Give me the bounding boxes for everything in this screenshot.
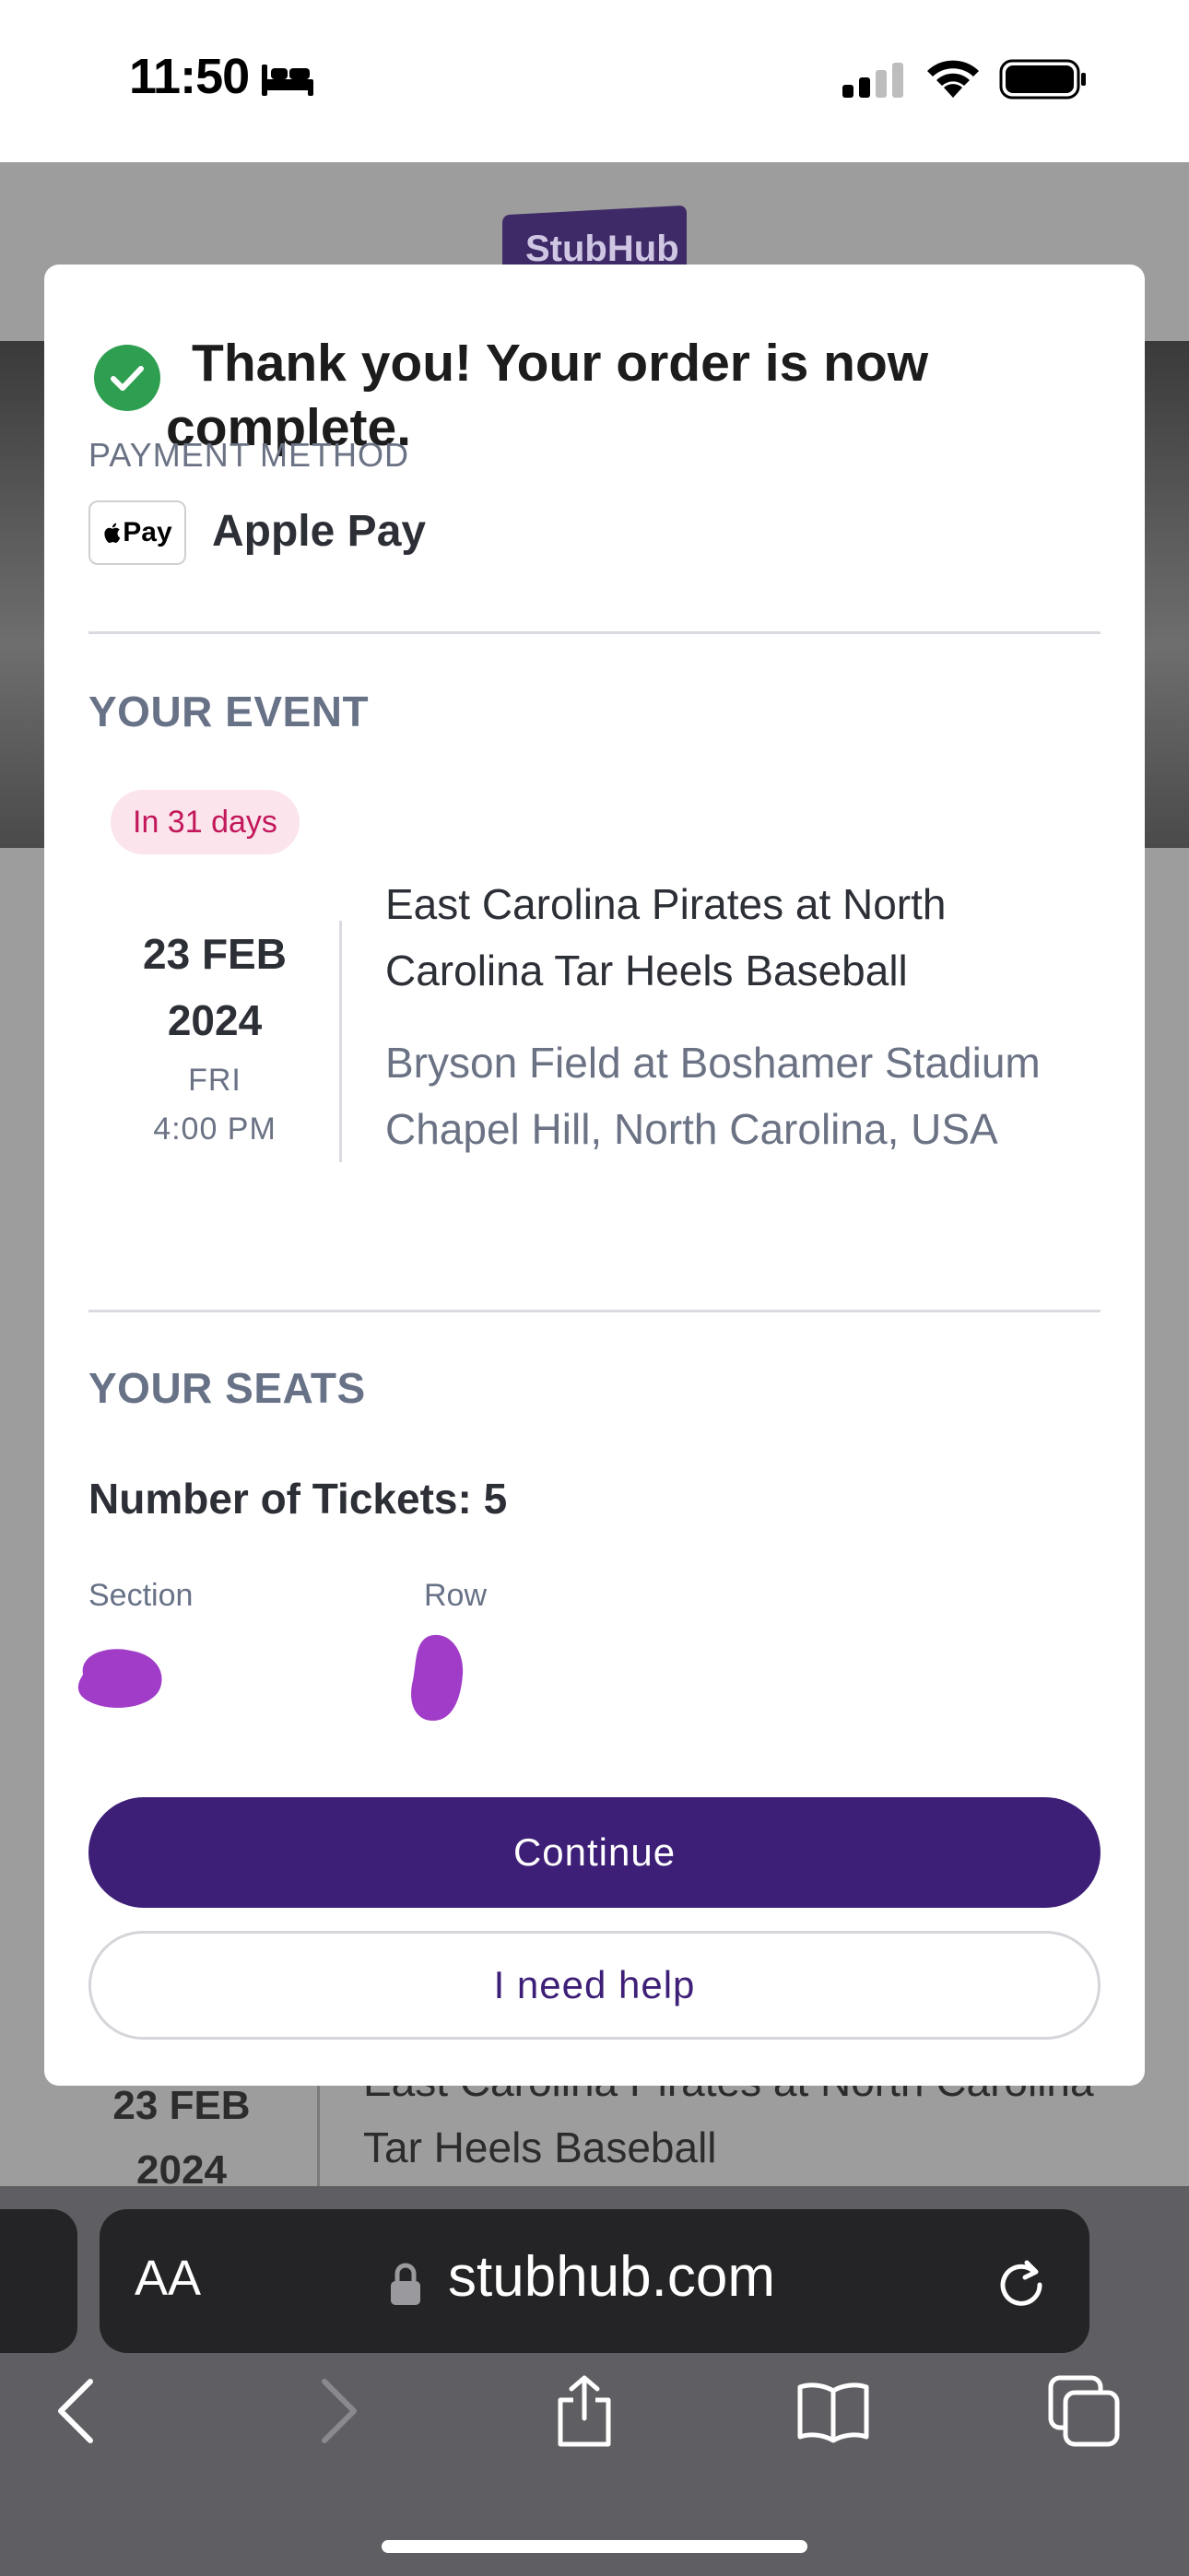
- payment-method-value: Apple Pay: [212, 507, 427, 556]
- battery-icon: [999, 59, 1086, 100]
- bookmarks-icon[interactable]: [796, 2374, 870, 2448]
- need-help-button[interactable]: I need help: [88, 1931, 1101, 2040]
- browser-toolbar: AA stubhub.com: [0, 2186, 1189, 2576]
- url-text[interactable]: stubhub.com: [448, 2244, 775, 2310]
- apple-pay-badge: Pay: [88, 500, 186, 565]
- section-divider: [88, 1310, 1101, 1312]
- section-label: Section: [88, 1578, 194, 1613]
- apple-logo-icon: [104, 523, 121, 543]
- event-venue-name: Bryson Field at Boshamer Stadium: [385, 1039, 1041, 1087]
- event-date: 23 FEB 2024 FRI 4:00 PM: [127, 921, 302, 1147]
- payment-method-label: PAYMENT METHOD: [88, 436, 410, 474]
- reload-icon[interactable]: [994, 2255, 1049, 2311]
- section-divider: [88, 631, 1101, 634]
- event-date-year: 2024: [167, 996, 263, 1044]
- continue-button[interactable]: Continue: [88, 1797, 1101, 1908]
- your-event-heading: YOUR EVENT: [88, 688, 370, 735]
- event-venue-location: Chapel Hill, North Carolina, USA: [385, 1105, 998, 1153]
- event-venue: Bryson Field at Boshamer Stadium Chapel …: [385, 1029, 1113, 1162]
- apple-pay-badge-text: Pay: [123, 517, 172, 547]
- tabs-icon[interactable]: [1047, 2374, 1121, 2448]
- your-seats-heading: YOUR SEATS: [88, 1364, 366, 1412]
- ticket-count: Number of Tickets: 5: [88, 1475, 508, 1523]
- previous-tab-preview[interactable]: [0, 2209, 77, 2353]
- event-date-day-month: 23 FEB: [143, 930, 287, 978]
- row-label: Row: [424, 1578, 488, 1613]
- home-indicator: [382, 2540, 807, 2553]
- text-size-button[interactable]: AA: [135, 2250, 201, 2307]
- wifi-icon: [927, 60, 979, 98]
- background-event-date: 23 FEB 2024: [103, 2074, 260, 2203]
- event-title: East Carolina Pirates at North Carolina …: [385, 880, 947, 994]
- forward-icon[interactable]: [300, 2374, 374, 2448]
- event-time: 4:00 PM: [153, 1112, 277, 1147]
- address-bar[interactable]: AA stubhub.com: [100, 2209, 1089, 2353]
- bed-icon: [262, 65, 313, 96]
- status-bar: 11:50: [0, 0, 1189, 162]
- cellular-signal-icon: [842, 63, 903, 98]
- share-icon[interactable]: [547, 2374, 621, 2448]
- section-value-redaction: [77, 1649, 162, 1708]
- lock-icon: [391, 2263, 420, 2305]
- status-time: 11:50: [129, 49, 250, 104]
- check-circle-icon: [94, 345, 160, 411]
- back-icon[interactable]: [41, 2374, 114, 2448]
- order-confirmation-modal: Thank you! Your order is now complete. P…: [44, 265, 1145, 2086]
- event-day-of-week: FRI: [188, 1063, 241, 1098]
- date-divider: [339, 921, 342, 1162]
- row-value-redaction: [411, 1634, 464, 1721]
- countdown-badge: In 31 days: [111, 790, 300, 854]
